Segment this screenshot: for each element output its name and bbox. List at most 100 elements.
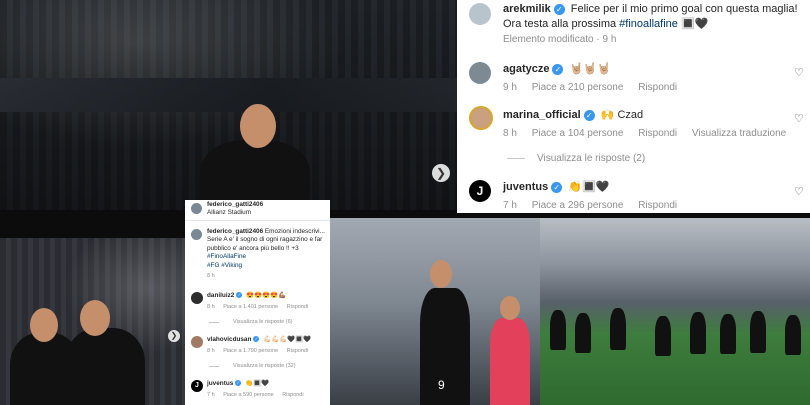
comments-card-small: federico_gatti2406 Allianz Stadium feder… (185, 200, 330, 405)
players-waving-photo: 9 (330, 218, 542, 405)
comment-meta: 9 h Piace a 210 persone Rispondi (503, 82, 689, 93)
reply-button[interactable]: Rispondi (638, 128, 677, 139)
comments-card-large: arekmilik ✓ Felice per il mio primo goal … (457, 0, 810, 213)
avatar[interactable] (469, 3, 491, 25)
post-time: 8 h (207, 273, 215, 279)
player-silhouette (785, 315, 801, 355)
comment-likes[interactable]: Piace a 296 persone (532, 200, 624, 211)
comment: agatycze ✓ 🤘🏼🤘🏼🤘🏼 (503, 62, 611, 77)
replies-divider (209, 366, 219, 367)
caption-emoji: 🔳🖤 (680, 18, 709, 30)
verified-badge-icon: ✓ (553, 3, 565, 15)
verified-badge-icon: ✓ (583, 109, 595, 121)
comment: juventus ✓ 👏🔳🖤 (503, 180, 609, 195)
player-silhouette (550, 310, 566, 350)
player-head (240, 104, 276, 148)
reply-button[interactable]: Rispondi (638, 200, 677, 211)
verified-badge-icon: ✓ (235, 380, 242, 387)
comment: marina_official ✓ 🙌 Czad (503, 108, 643, 123)
post-username[interactable]: federico_gatti2406 (207, 228, 263, 235)
comment-text: 💪🏻💪🏻💪🏻🖤🔳🖤 (263, 336, 311, 343)
comment-username[interactable]: marina_official (503, 109, 581, 121)
translate-button[interactable]: Visualizza traduzione (692, 128, 786, 139)
player-silhouette (420, 288, 470, 405)
comment-time: 8 h (503, 128, 517, 139)
reply-button[interactable]: Rispondi (287, 348, 308, 354)
reply-button[interactable]: Rispondi (638, 82, 677, 93)
post-username[interactable]: arekmilik (503, 3, 551, 15)
hashtag-link[interactable]: #FinoAllaFine (207, 253, 246, 260)
player-silhouette (720, 314, 736, 354)
comment-time: 9 h (503, 82, 517, 93)
hashtag-link[interactable]: #finoallafine (619, 18, 678, 30)
heart-outline-icon[interactable]: ♡ (794, 66, 804, 79)
comment-username[interactable]: daniluiz2 (207, 292, 234, 299)
comment-likes[interactable]: Piace a 1.790 persone (223, 348, 278, 354)
comment-meta: 8 h Piace a 1.790 persone Rispondi (207, 348, 315, 354)
comment-text: 👏🔳🖤 (568, 181, 610, 193)
replies-divider (209, 322, 219, 323)
avatar[interactable] (469, 62, 491, 84)
comment-text: 👏🔳🖤 (245, 380, 269, 387)
comment-username[interactable]: agatycze (503, 63, 549, 75)
caption-line-3: pubblico e' ancora più bello !! +3 (207, 244, 299, 252)
player-silhouette (65, 328, 145, 405)
player-silhouette (750, 311, 766, 353)
comment-time: 8 h (207, 304, 215, 310)
verified-badge-icon: ✓ (236, 292, 243, 299)
player-head (80, 300, 110, 336)
comment: daniluiz2 ✓ 😍😍😍😍💪🏽 (207, 292, 286, 300)
comment-meta: 8 h Piace a 104 persone Rispondi Visuali… (503, 128, 798, 139)
comment-text: 🙌 Czad (600, 109, 644, 121)
comment-likes[interactable]: Piace a 104 persone (532, 128, 624, 139)
heart-outline-icon[interactable]: ♡ (794, 185, 804, 198)
view-replies-button[interactable]: Visualizza le risposte (2) (537, 153, 645, 164)
comment-username[interactable]: juventus (207, 380, 233, 387)
comment-meta: 8 h Piace a 1.401 persone Rispondi (207, 304, 315, 310)
avatar[interactable] (191, 292, 203, 304)
comment-likes[interactable]: Piace a 1.401 persone (223, 304, 278, 310)
comment-time: 7 h (207, 392, 215, 398)
player-silhouette (690, 312, 706, 354)
player-number: 9 (438, 378, 445, 392)
comment-time: 8 h (207, 348, 215, 354)
comment: vlahovicdusan ✓ 💪🏻💪🏻💪🏻🖤🔳🖤 (207, 336, 311, 344)
avatar[interactable] (191, 229, 202, 240)
caption-line-1: Emozioni indescrivi... (264, 228, 325, 235)
comment-likes[interactable]: Piace a 590 persone (223, 392, 273, 398)
heart-outline-icon[interactable]: ♡ (794, 112, 804, 125)
view-replies-button[interactable]: Visualizza le risposte (6) (233, 319, 293, 325)
player-head (30, 308, 58, 342)
caption-line-2: Serie A e' il sogno di ogni ragazzino e … (207, 236, 323, 244)
comment-text: 🤘🏼🤘🏼🤘🏼 (569, 63, 611, 75)
location-username[interactable]: federico_gatti2406 (207, 201, 263, 208)
juventus-logo-avatar[interactable]: J (469, 180, 491, 202)
player-silhouette (610, 308, 626, 350)
header-divider (185, 220, 330, 221)
avatar[interactable] (469, 106, 493, 130)
comment-meta: 7 h Piace a 590 persone Rispondi (207, 392, 311, 398)
replies-divider (507, 158, 525, 159)
location-name[interactable]: Allianz Stadium (207, 209, 251, 216)
avatar[interactable] (191, 336, 203, 348)
carousel-next-arrow[interactable]: ❯ (168, 330, 180, 342)
reply-button[interactable]: Rispondi (287, 304, 308, 310)
carousel-next-arrow[interactable]: ❯ (432, 164, 450, 182)
player-silhouette (655, 316, 671, 356)
stadium-photo: ❯ (0, 0, 458, 210)
comment-meta: 7 h Piace a 296 persone Rispondi (503, 200, 689, 211)
post-caption: federico_gatti2406 Emozioni indescrivi..… (207, 228, 327, 270)
view-replies-button[interactable]: Visualizza le risposte (32) (233, 363, 296, 369)
comment-likes[interactable]: Piace a 210 persone (532, 82, 624, 93)
referee-silhouette (490, 318, 530, 405)
avatar[interactable] (191, 203, 202, 214)
hashtag-link[interactable]: #FG #Viking (207, 262, 242, 269)
juventus-logo-avatar[interactable]: J (191, 380, 203, 392)
location-header: federico_gatti2406 Allianz Stadium (207, 201, 263, 218)
reply-button[interactable]: Rispondi (282, 392, 303, 398)
post-meta: Elemento modificato · 9 h (503, 34, 617, 45)
team-on-pitch-photo (540, 218, 810, 405)
comment-username[interactable]: juventus (503, 181, 548, 193)
comment-username[interactable]: vlahovicdusan (207, 336, 251, 343)
verified-badge-icon: ✓ (552, 63, 564, 75)
